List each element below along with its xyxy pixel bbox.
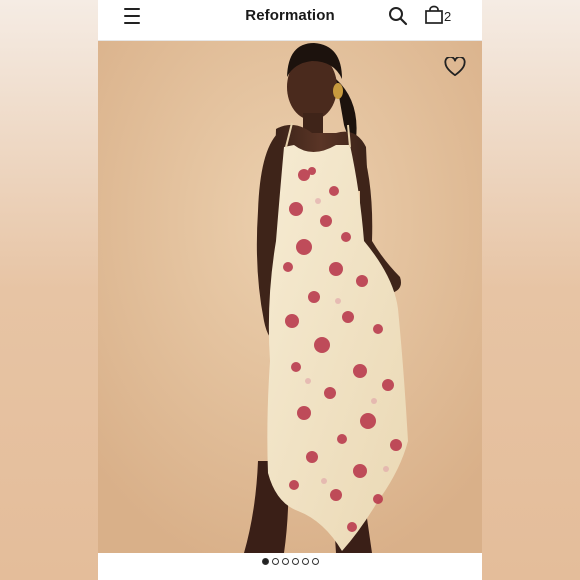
heart-icon[interactable] — [444, 57, 466, 77]
top-navigation-bar: Reformation 2 — [98, 0, 482, 41]
bag-count[interactable]: 2 — [444, 9, 451, 24]
shopping-bag-icon[interactable] — [424, 5, 444, 25]
woman-in-floral-slip-dress-photo — [98, 41, 482, 553]
carousel-dot[interactable] — [311, 558, 319, 565]
app-screen: Reformation 2 — [98, 0, 482, 580]
carousel-dot[interactable] — [291, 558, 299, 565]
search-icon[interactable] — [388, 6, 408, 26]
image-carousel-indicator[interactable] — [98, 558, 482, 570]
carousel-dot[interactable] — [261, 558, 269, 565]
blurred-background-left — [0, 0, 98, 580]
blurred-background-right — [482, 0, 580, 580]
product-photo[interactable] — [98, 41, 482, 553]
carousel-dot[interactable] — [301, 558, 309, 565]
carousel-dot[interactable] — [271, 558, 279, 565]
carousel-dot[interactable] — [281, 558, 289, 565]
